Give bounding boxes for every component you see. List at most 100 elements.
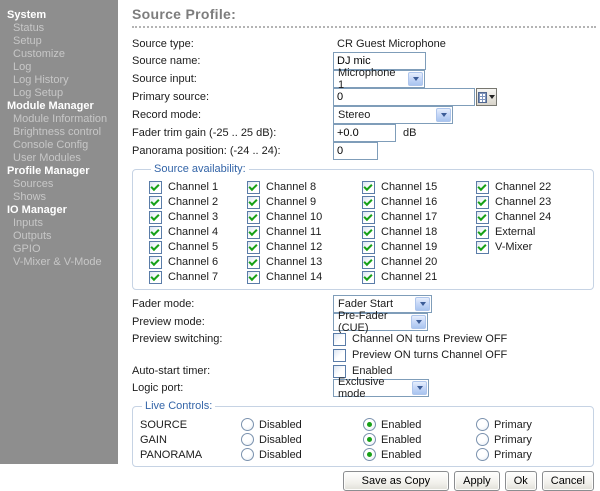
preview-switching-options: Channel ON turns Preview OFFPreview ON t…	[333, 331, 507, 363]
checkbox-preview-on-turns-channel-off[interactable]: Preview ON turns Channel OFF	[333, 347, 507, 363]
checkbox-external[interactable]: External	[476, 225, 585, 240]
field-preview-mode: Preview mode: Pre-Fader (CUE)	[132, 313, 596, 331]
chevron-down-icon	[436, 108, 451, 122]
fader-mode-label: Fader mode:	[132, 298, 333, 310]
checkbox-label: Channel 4	[168, 226, 218, 239]
checkbox-icon	[247, 181, 260, 194]
radio-source-enabled[interactable]: Enabled	[363, 418, 476, 431]
checkbox-channel-2[interactable]: Channel 2	[149, 195, 247, 210]
checkbox-label: Channel 5	[168, 241, 218, 254]
sidebar-item-outputs[interactable]: Outputs	[0, 230, 118, 243]
checkbox-label: Channel 17	[381, 211, 437, 224]
checkbox-channel-15[interactable]: Channel 15	[362, 180, 476, 195]
source-input-label: Source input:	[132, 73, 333, 85]
checkbox-channel-9[interactable]: Channel 9	[247, 195, 362, 210]
checkbox-label: Channel 21	[381, 271, 437, 284]
checkbox-channel-18[interactable]: Channel 18	[362, 225, 476, 240]
sidebar-item-gpio[interactable]: GPIO	[0, 243, 118, 256]
sidebar-item-module-information[interactable]: Module Information	[0, 113, 118, 126]
preview-mode-select[interactable]: Pre-Fader (CUE)	[333, 313, 428, 331]
checkbox-channel-17[interactable]: Channel 17	[362, 210, 476, 225]
button-save-as-copy[interactable]: Save as Copy	[343, 471, 449, 491]
checkbox-channel-6[interactable]: Channel 6	[149, 255, 247, 270]
checkbox-channel-11[interactable]: Channel 11	[247, 225, 362, 240]
grid-picker-icon	[478, 92, 487, 103]
logic-port-label: Logic port:	[132, 382, 333, 394]
radio-panorama-primary[interactable]: Primary	[476, 448, 585, 461]
radio-label: Disabled	[259, 449, 302, 461]
fader-trim-input[interactable]	[333, 124, 396, 142]
live-controls-fieldset: Live Controls: SOURCEDisabledEnabledPrim…	[132, 400, 594, 467]
sidebar-item-setup[interactable]: Setup	[0, 35, 118, 48]
record-mode-select[interactable]: Stereo	[333, 106, 453, 124]
button-ok[interactable]: Ok	[505, 471, 537, 491]
action-buttons: Save as CopyApplyOkCancel	[132, 471, 594, 491]
sidebar-item-customize[interactable]: Customize	[0, 48, 118, 61]
checkbox-icon	[476, 181, 489, 194]
radio-gain-enabled[interactable]: Enabled	[363, 433, 476, 446]
checkbox-channel-1[interactable]: Channel 1	[149, 180, 247, 195]
checkbox-label: Channel 3	[168, 211, 218, 224]
sidebar-item-log-setup[interactable]: Log Setup	[0, 87, 118, 100]
primary-source-picker-button[interactable]	[476, 88, 497, 106]
radio-label: Enabled	[381, 449, 421, 461]
radio-icon	[476, 433, 489, 446]
radio-source-disabled[interactable]: Disabled	[241, 418, 363, 431]
checkbox-label: Channel 22	[495, 181, 551, 194]
sidebar-item-user-modules[interactable]: User Modules	[0, 152, 118, 165]
primary-source-label: Primary source:	[132, 91, 333, 103]
checkbox-label: External	[495, 226, 535, 239]
live-control-row-panorama: PANORAMADisabledEnabledPrimary	[140, 447, 585, 462]
checkbox-icon	[247, 196, 260, 209]
sidebar-item-brightness-control[interactable]: Brightness control	[0, 126, 118, 139]
checkbox-v-mixer[interactable]: V-Mixer	[476, 240, 585, 255]
source-input-select[interactable]: Microphone 1	[333, 70, 425, 88]
checkbox-label: Channel 7	[168, 271, 218, 284]
sidebar-section-module-manager: Module Manager	[0, 100, 118, 113]
radio-panorama-disabled[interactable]: Disabled	[241, 448, 363, 461]
checkbox-label: Channel 20	[381, 256, 437, 269]
field-preview-switching: Preview switching: Channel ON turns Prev…	[132, 331, 596, 363]
sidebar-item-v-mixer-v-mode[interactable]: V-Mixer & V-Mode	[0, 256, 118, 269]
checkbox-channel-13[interactable]: Channel 13	[247, 255, 362, 270]
checkbox-label: V-Mixer	[495, 241, 532, 254]
checkbox-channel-24[interactable]: Channel 24	[476, 210, 585, 225]
sidebar-item-shows[interactable]: Shows	[0, 191, 118, 204]
radio-gain-disabled[interactable]: Disabled	[241, 433, 363, 446]
radio-panorama-enabled[interactable]: Enabled	[363, 448, 476, 461]
checkbox-channel-14[interactable]: Channel 14	[247, 270, 362, 285]
sidebar-item-console-config[interactable]: Console Config	[0, 139, 118, 152]
logic-port-select[interactable]: Exclusive mode	[333, 379, 429, 397]
sidebar-item-status[interactable]: Status	[0, 22, 118, 35]
radio-gain-primary[interactable]: Primary	[476, 433, 585, 446]
checkbox-channel-10[interactable]: Channel 10	[247, 210, 362, 225]
checkbox-channel-23[interactable]: Channel 23	[476, 195, 585, 210]
checkbox-channel-3[interactable]: Channel 3	[149, 210, 247, 225]
checkbox-channel-5[interactable]: Channel 5	[149, 240, 247, 255]
radio-icon	[476, 448, 489, 461]
checkbox-channel-4[interactable]: Channel 4	[149, 225, 247, 240]
sidebar-item-inputs[interactable]: Inputs	[0, 217, 118, 230]
checkbox-label: Channel 14	[266, 271, 322, 284]
button-cancel[interactable]: Cancel	[542, 471, 594, 491]
checkbox-channel-21[interactable]: Channel 21	[362, 270, 476, 285]
source-availability-fieldset: Source availability: Channel 1Channel 2C…	[132, 163, 594, 290]
radio-source-primary[interactable]: Primary	[476, 418, 585, 431]
checkbox-label: Channel 10	[266, 211, 322, 224]
checkbox-channel-19[interactable]: Channel 19	[362, 240, 476, 255]
checkbox-channel-8[interactable]: Channel 8	[247, 180, 362, 195]
checkbox-channel-12[interactable]: Channel 12	[247, 240, 362, 255]
sidebar-item-log[interactable]: Log	[0, 61, 118, 74]
checkbox-channel-16[interactable]: Channel 16	[362, 195, 476, 210]
checkbox-channel-7[interactable]: Channel 7	[149, 270, 247, 285]
checkbox-icon	[149, 241, 162, 254]
panorama-input[interactable]	[333, 142, 378, 160]
checkbox-channel-22[interactable]: Channel 22	[476, 180, 585, 195]
checkbox-channel-20[interactable]: Channel 20	[362, 255, 476, 270]
availability-column: Channel 1Channel 2Channel 3 Channel 4 Chan…	[149, 180, 247, 285]
button-apply[interactable]: Apply	[454, 471, 500, 491]
sidebar-item-log-history[interactable]: Log History	[0, 74, 118, 87]
checkbox-label: Channel 16	[381, 196, 437, 209]
sidebar-item-sources[interactable]: Sources	[0, 178, 118, 191]
checkbox-icon	[476, 226, 489, 239]
